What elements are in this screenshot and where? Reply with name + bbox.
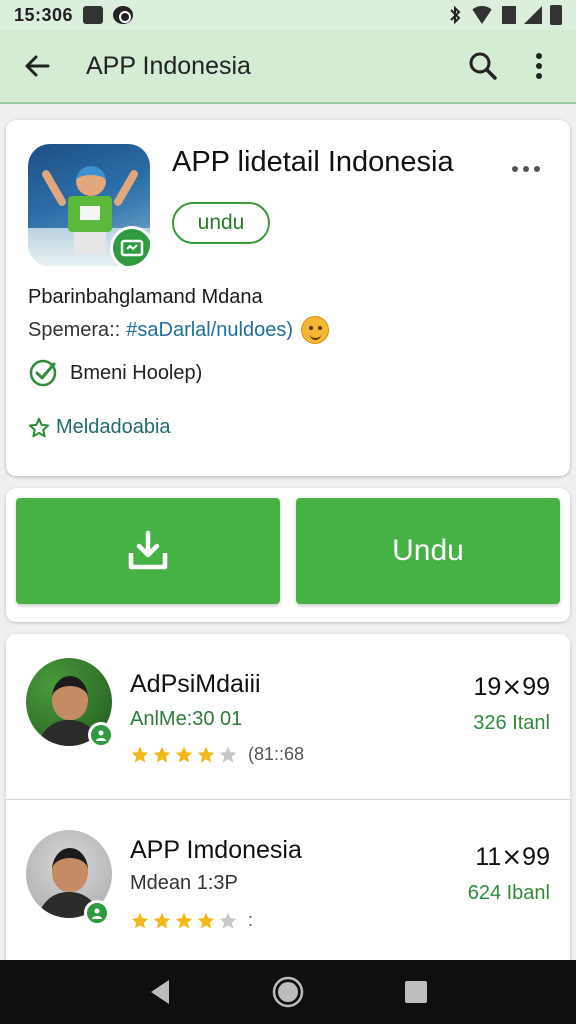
star-filled-icon (175, 746, 193, 762)
status-left: 15:306 (14, 4, 134, 26)
app-icon-figure-legs (74, 232, 106, 254)
app-icon[interactable] (28, 144, 150, 266)
verified-row: Bmeni Hoolep) (28, 358, 202, 388)
verified-text: Bmeni Hoolep) (70, 361, 203, 384)
star-filled-icon (197, 912, 215, 928)
smile-emoji-icon (301, 316, 330, 344)
system-nav-bar (0, 960, 576, 1024)
rating-count: (81::68 (248, 744, 305, 764)
back-button[interactable] (20, 49, 54, 83)
list-item-subtitle: AnlMe:30 01 (130, 708, 243, 730)
star-filled-icon (175, 912, 193, 928)
star-outline-icon (28, 417, 50, 439)
check-circle-icon (28, 358, 58, 388)
avatar-badge (88, 722, 114, 748)
avatar-badge (84, 900, 110, 926)
more-options-button[interactable] (522, 49, 556, 83)
signal-icon (524, 6, 542, 24)
app-icon-figure-head (76, 166, 106, 196)
nav-recents-button[interactable] (396, 972, 436, 1012)
star-empty-icon (219, 746, 237, 762)
app-detail-card: APP lidetail Indonesia undu Pbarinbahgla… (6, 120, 570, 476)
square-recents-icon (405, 981, 427, 1003)
star-filled-icon (131, 746, 149, 762)
status-right (448, 5, 562, 25)
undu-pill-button[interactable]: undu (172, 202, 270, 244)
list-item-name: APP Imdonesia (130, 836, 302, 864)
image-icon (83, 6, 104, 24)
sim-icon (502, 6, 516, 24)
undu-button[interactable]: Undu (296, 498, 560, 604)
bluetooth-icon (450, 5, 461, 25)
list-item-rating: : (130, 910, 253, 931)
star-filled-icon (153, 746, 171, 762)
star-filled-icon (131, 912, 149, 928)
more-horiz-icon[interactable] (512, 166, 540, 172)
arrow-left-icon (25, 55, 50, 77)
star-filled-icon (197, 746, 215, 762)
list-item-name: AdPsiMdaiii (130, 670, 261, 698)
nav-home-button[interactable] (268, 972, 308, 1012)
list-item-price: 19⨯99 (473, 673, 550, 701)
action-buttons-card: Undu (6, 488, 570, 622)
nav-back-button[interactable] (140, 972, 180, 1012)
star-filled-icon (153, 912, 171, 928)
app-bar-actions (466, 49, 556, 83)
image-badge-icon (120, 239, 144, 257)
status-time: 15:306 (14, 4, 74, 25)
more-vert-icon (536, 53, 542, 79)
app-icon-arm-left (40, 168, 68, 208)
app-description-line1: Pbarinbahglamand Mdana (28, 286, 263, 308)
search-icon (469, 52, 497, 80)
download-icon (128, 530, 168, 570)
circle-notification-icon (113, 6, 134, 24)
avatar-face (52, 676, 88, 720)
description-prefix: Spemera:: (28, 318, 121, 341)
list-item-size: 624 Ibanl (467, 882, 550, 904)
wifi-icon (470, 6, 494, 24)
battery-icon (550, 5, 562, 25)
list-item-rating: (81::68 (130, 744, 304, 765)
app-icon-figure-body (68, 196, 112, 232)
list-item-subtitle: Mdean 1:3P (130, 872, 238, 894)
developer-link-text: Meldadoabia (56, 416, 171, 438)
app-icon-arm-right (112, 168, 140, 208)
app-description-line2: Spemera:: #saDarlal/nuldoes) (28, 316, 330, 344)
status-bar: 15:306 (0, 0, 576, 30)
search-button[interactable] (466, 49, 500, 83)
rating-count: : (248, 910, 254, 930)
related-apps-list: AdPsiMdaiii AnlMe:30 01 (81::68 19⨯99 32… (6, 634, 570, 974)
list-item[interactable]: AdPsiMdaiii AnlMe:30 01 (81::68 19⨯99 32… (6, 634, 570, 800)
list-item-price: 11⨯99 (475, 843, 550, 871)
triangle-back-icon (151, 980, 169, 1004)
app-detail-title: APP lidetail Indonesia (172, 146, 454, 178)
star-empty-icon (219, 912, 237, 928)
list-item[interactable]: APP Imdonesia Mdean 1:3P : 11⨯99 624 Iba… (6, 802, 570, 968)
page-title: APP Indonesia (86, 51, 251, 80)
app-bar: APP Indonesia (0, 30, 576, 104)
avatar-face (52, 848, 88, 892)
developer-link[interactable]: Meldadoabia (28, 416, 171, 439)
description-hashtag[interactable]: #saDarlal/nuldoes) (126, 319, 293, 342)
circle-home-icon (272, 976, 304, 1008)
download-button[interactable] (16, 498, 280, 604)
app-icon-badge (110, 226, 150, 266)
list-item-size: 326 Itanl (473, 712, 550, 734)
